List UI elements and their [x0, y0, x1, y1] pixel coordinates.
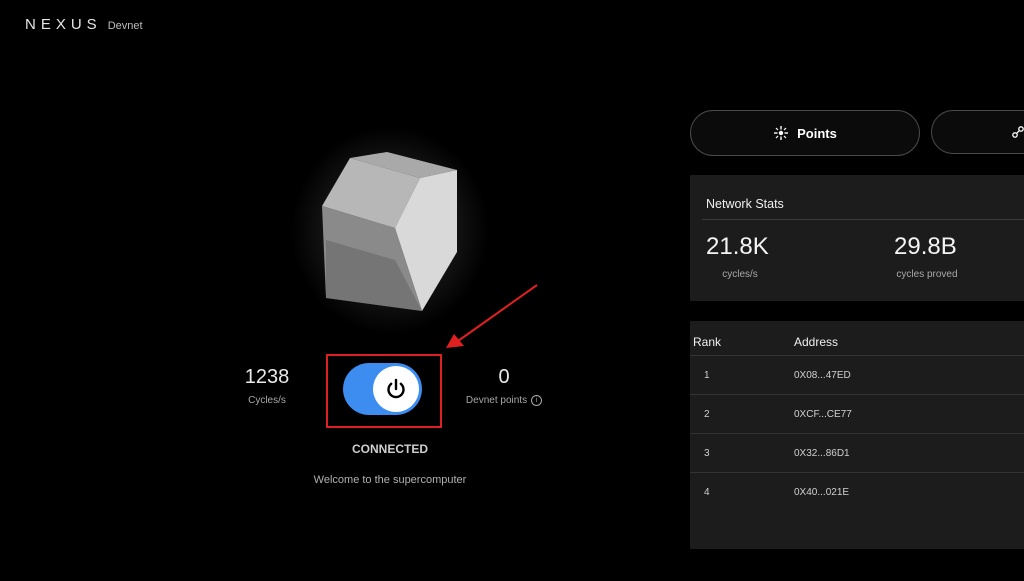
table-row[interactable]: 1 0X08...47ED — [690, 355, 1024, 395]
rank-cell: 4 — [704, 487, 710, 498]
annotation-arrow — [446, 284, 538, 348]
info-icon[interactable]: i — [531, 395, 543, 406]
nexus-logo: NEXUS — [25, 16, 102, 33]
tab-points[interactable]: Points — [690, 110, 920, 156]
table-row[interactable]: 2 0XCF...CE77 — [690, 394, 1024, 434]
address-cell: 0XCF...CE77 — [794, 409, 852, 420]
connect-toggle[interactable] — [343, 363, 422, 415]
address-header: Address — [794, 335, 839, 349]
sparkle-icon — [774, 126, 789, 140]
points-label: Devnet points i — [456, 395, 552, 406]
rank-cell: 2 — [704, 409, 710, 420]
cycles-label: Cycles/s — [232, 395, 302, 406]
welcome-message: Welcome to the supercomputer — [313, 474, 467, 486]
rank-header: Rank — [693, 335, 722, 349]
connection-status: CONNECTED — [351, 442, 428, 456]
power-icon — [387, 378, 405, 399]
network-stats-card: Network Stats 21.8K cycles/s 29.8B cycle… — [690, 175, 1024, 301]
address-cell: 0X08...47ED — [794, 370, 851, 381]
tab-points-label: Points — [797, 125, 837, 141]
table-row[interactable]: 4 0X40...021E — [690, 472, 1024, 512]
address-cell: 0X32...86D1 — [794, 448, 850, 459]
leaderboard-card: Rank Address 1 0X08...47ED 2 0XCF...CE77… — [690, 321, 1024, 549]
network-stats-title: Network Stats — [706, 197, 784, 211]
cycles-rate-value: 21.8K — [706, 233, 769, 260]
rank-cell: 3 — [704, 448, 710, 459]
cycles-proved-label: cycles proved — [896, 269, 958, 280]
points-label-text: Devnet points — [465, 395, 528, 406]
network-icon — [1012, 126, 1024, 138]
toggle-knob[interactable] — [373, 366, 419, 412]
cycles-proved-value: 29.8B — [894, 233, 957, 260]
network-label: Devnet — [107, 20, 143, 32]
points-value: 0 — [498, 366, 510, 388]
cycles-value: 1238 — [244, 366, 290, 388]
cycles-stat: 1238 Cycles/s — [232, 366, 302, 406]
cycles-rate-label: cycles/s — [722, 269, 758, 280]
rank-cell: 1 — [704, 370, 710, 381]
divider — [702, 219, 1024, 220]
address-cell: 0X40...021E — [794, 487, 850, 498]
table-row[interactable]: 3 0X32...86D1 — [690, 433, 1024, 473]
brand: NEXUS Devnet — [25, 16, 143, 33]
cycles-label-text: Cycles/s — [248, 395, 286, 406]
tab-network[interactable] — [931, 110, 1024, 154]
points-stat: 0 Devnet points i — [456, 366, 552, 406]
